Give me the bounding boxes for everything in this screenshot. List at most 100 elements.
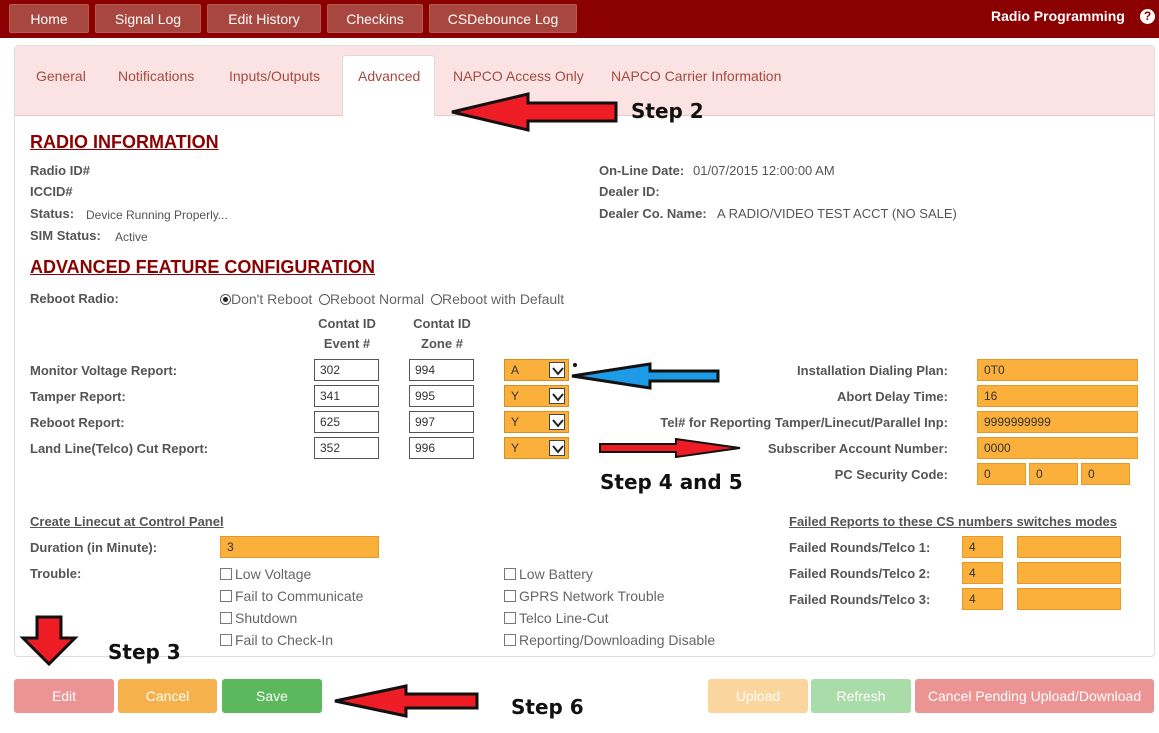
event-header-line1: Contat ID — [318, 316, 376, 331]
failed-rounds-label-2: Failed Rounds/Telco 2: — [789, 566, 931, 581]
failed-rounds-extra-input-1[interactable] — [1017, 536, 1121, 558]
checkbox-box[interactable] — [504, 634, 516, 646]
chevron-down-icon[interactable] — [549, 440, 565, 456]
save-button[interactable]: Save — [222, 679, 322, 713]
zone-header-line2: Zone # — [421, 336, 463, 351]
nav-checkins-button[interactable]: Checkins — [327, 4, 423, 33]
select-landline-cut[interactable]: Y — [504, 437, 569, 459]
checkbox-low-voltage[interactable]: Low Voltage — [220, 566, 311, 582]
checkbox-low-battery[interactable]: Low Battery — [504, 566, 593, 582]
checkbox-fail-to-check-in[interactable]: Fail to Check-In — [220, 632, 333, 648]
zone-input-reboot[interactable]: 997 — [409, 411, 474, 433]
tab-advanced[interactable]: Advanced — [358, 68, 420, 84]
checkbox-box[interactable] — [220, 612, 232, 624]
subscriber-account-input[interactable]: 0000 — [977, 437, 1138, 459]
radio-information-heading: RADIO INFORMATION — [30, 132, 219, 152]
tel-reporting-input[interactable]: 9999999999 — [977, 411, 1138, 433]
reboot-radio-label: Reboot Radio: — [30, 291, 119, 306]
select-value: Y — [511, 441, 520, 455]
failed-rounds-extra-input-2[interactable] — [1017, 562, 1121, 584]
upload-button[interactable]: Upload — [708, 679, 808, 713]
edit-button[interactable]: Edit — [14, 679, 114, 713]
failed-rounds-input-3[interactable]: 4 — [962, 588, 1003, 610]
nav-home-button[interactable]: Home — [9, 4, 89, 33]
chevron-down-icon[interactable] — [549, 388, 565, 404]
iccid-label: ICCID# — [30, 184, 73, 199]
radio-button[interactable] — [319, 294, 330, 305]
checkbox-box[interactable] — [220, 568, 232, 580]
checkbox-box[interactable] — [220, 634, 232, 646]
select-reboot[interactable]: Y — [504, 411, 569, 433]
checkbox-fail-to-communicate[interactable]: Fail to Communicate — [220, 588, 363, 604]
zone-input-monitor-voltage[interactable]: 994 — [409, 359, 474, 381]
step3-label: Step 3 — [108, 640, 181, 664]
dealer-name-label: Dealer Co. Name: — [599, 206, 707, 221]
checkbox-label: Reporting/Downloading Disable — [519, 632, 716, 648]
checkbox-box[interactable] — [504, 612, 516, 624]
page-title: Radio Programming — [991, 8, 1125, 24]
checkbox-label: Shutdown — [235, 610, 298, 626]
chevron-down-icon[interactable] — [549, 414, 565, 430]
pc-security-code-input-1[interactable]: 0 — [977, 463, 1026, 485]
checkbox-reporting-downloading-disable[interactable]: Reporting/Downloading Disable — [504, 632, 715, 648]
radio-button[interactable] — [431, 294, 442, 305]
zone-input-landline-cut[interactable]: 996 — [409, 437, 474, 459]
radio-button-selected[interactable] — [220, 294, 231, 305]
installation-dialing-plan-input[interactable]: 0T0 — [977, 359, 1138, 381]
chevron-down-icon[interactable] — [549, 362, 565, 378]
radio-id-label: Radio ID# — [30, 163, 90, 178]
failed-rounds-input-1[interactable]: 4 — [962, 536, 1003, 558]
event-input-tamper[interactable]: 341 — [314, 385, 379, 407]
reboot-option-normal[interactable]: Reboot Normal — [319, 291, 424, 307]
checkbox-telco-line-cut[interactable]: Telco Line-Cut — [504, 610, 609, 626]
event-input-reboot[interactable]: 625 — [314, 411, 379, 433]
cancel-pending-upload-download-button[interactable]: Cancel Pending Upload/Download — [915, 679, 1154, 713]
checkbox-gprs-network-trouble[interactable]: GPRS Network Trouble — [504, 588, 665, 604]
checkbox-shutdown[interactable]: Shutdown — [220, 610, 297, 626]
checkbox-label: Telco Line-Cut — [519, 610, 609, 626]
dealer-name-value: A RADIO/VIDEO TEST ACCT (NO SALE) — [717, 206, 957, 221]
abort-delay-time-input[interactable]: 16 — [977, 385, 1138, 407]
select-monitor-voltage[interactable]: A — [504, 359, 569, 381]
pc-security-code-input-3[interactable]: 0 — [1081, 463, 1130, 485]
help-icon[interactable]: ? — [1140, 9, 1155, 24]
checkbox-box[interactable] — [504, 590, 516, 602]
failed-reports-heading: Failed Reports to these CS numbers switc… — [789, 514, 1117, 529]
tab-active-background — [342, 55, 435, 117]
dealer-id-label: Dealer ID: — [599, 184, 660, 199]
nav-edit-history-button[interactable]: Edit History — [207, 4, 321, 33]
zone-input-tamper[interactable]: 995 — [409, 385, 474, 407]
duration-input[interactable]: 3 — [220, 536, 379, 558]
reboot-option-default-label: Reboot with Default — [442, 291, 565, 307]
installation-dialing-plan-label: Installation Dialing Plan: — [797, 363, 948, 378]
event-input-monitor-voltage[interactable]: 302 — [314, 359, 379, 381]
select-tamper[interactable]: Y — [504, 385, 569, 407]
cancel-button[interactable]: Cancel — [118, 679, 217, 713]
failed-rounds-input-2[interactable]: 4 — [962, 562, 1003, 584]
failed-rounds-extra-input-3[interactable] — [1017, 588, 1121, 610]
event-input-landline-cut[interactable]: 352 — [314, 437, 379, 459]
step6-label: Step 6 — [511, 695, 584, 719]
tab-napco-access-only[interactable]: NAPCO Access Only — [453, 68, 584, 84]
zone-column-header: Contat ID Zone # — [402, 314, 482, 354]
checkbox-label: Low Battery — [519, 566, 593, 582]
nav-csdebounce-log-button[interactable]: CSDebounce Log — [429, 4, 577, 33]
nav-signal-log-button[interactable]: Signal Log — [95, 4, 201, 33]
tab-napco-carrier-information[interactable]: NAPCO Carrier Information — [611, 68, 781, 84]
sim-status-label: SIM Status: — [30, 228, 101, 243]
status-label: Status: — [30, 206, 75, 221]
checkbox-label: Fail to Communicate — [235, 588, 364, 604]
tab-general[interactable]: General — [36, 68, 86, 84]
reboot-option-dont[interactable]: Don't Reboot — [220, 291, 312, 307]
duration-label: Duration (in Minute): — [30, 540, 158, 555]
report-label-landline-cut: Land Line(Telco) Cut Report: — [30, 441, 209, 456]
linecut-heading: Create Linecut at Control Panel — [30, 514, 224, 529]
reboot-option-default[interactable]: Reboot with Default — [431, 291, 564, 307]
refresh-button[interactable]: Refresh — [811, 679, 911, 713]
tab-notifications[interactable]: Notifications — [118, 68, 194, 84]
tab-inputs-outputs[interactable]: Inputs/Outputs — [229, 68, 320, 84]
checkbox-box[interactable] — [220, 590, 232, 602]
select-value: A — [511, 363, 520, 377]
checkbox-box[interactable] — [504, 568, 516, 580]
pc-security-code-input-2[interactable]: 0 — [1029, 463, 1078, 485]
